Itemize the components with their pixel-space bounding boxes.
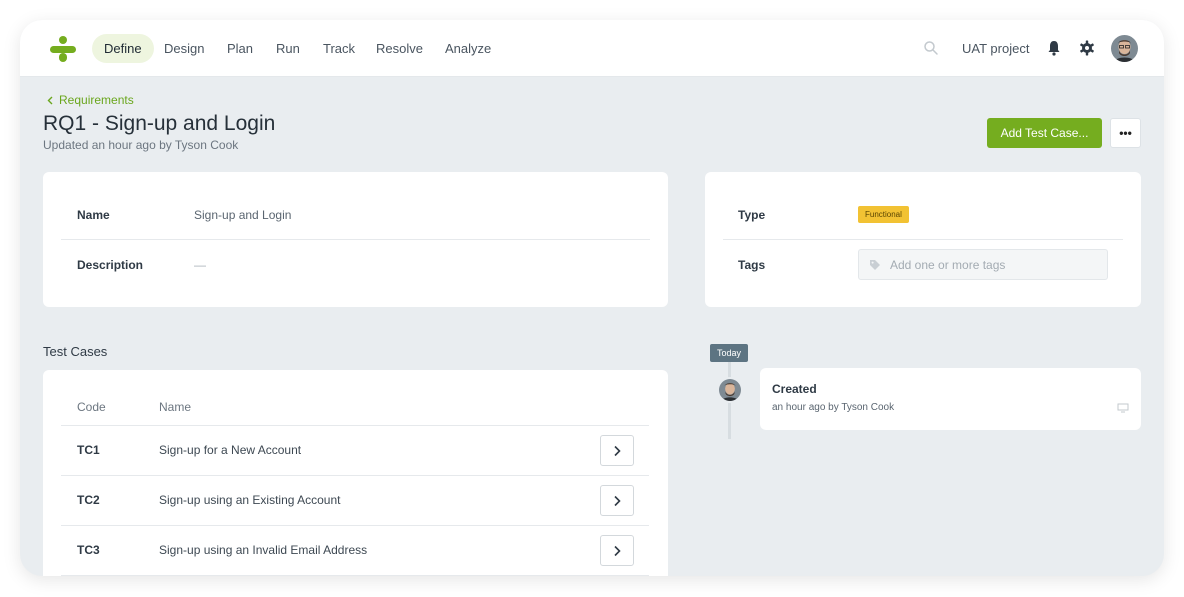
chevron-right-icon [614,545,621,556]
gear-icon[interactable] [1079,40,1095,56]
tag-icon [870,259,880,270]
tags-input[interactable]: Add one or more tags [858,249,1108,280]
open-test-case-button[interactable] [600,485,634,516]
open-test-case-button[interactable] [600,535,634,566]
tags-placeholder: Add one or more tags [890,257,1006,272]
chevron-left-icon [47,96,53,104]
nav-analyze[interactable]: Analyze [433,34,503,63]
back-to-requirements-link[interactable]: Requirements [47,93,134,107]
open-test-case-button[interactable] [600,435,634,466]
activity-card: Created an hour ago by Tyson Cook [760,368,1141,430]
more-options-button[interactable]: ••• [1110,118,1141,148]
test-cases-table: Code Name TC1 Sign-up for a New Account … [43,370,668,576]
test-case-name: Sign-up using an Existing Account [159,493,341,507]
app-window: Define Design Plan Run Track Resolve Ana… [20,20,1164,576]
activity-subtitle: an hour ago by Tyson Cook [772,402,895,413]
nav-run[interactable]: Run [264,34,312,63]
page-subtitle: Updated an hour ago by Tyson Cook [43,138,239,152]
user-avatar[interactable] [1111,35,1138,62]
bell-icon[interactable] [1047,40,1061,56]
type-label: Type [738,208,766,222]
description-label: Description [77,258,144,272]
table-row[interactable]: TC2 Sign-up using an Existing Account [61,475,649,525]
app-logo-icon[interactable] [47,33,79,65]
description-value[interactable]: — [194,258,206,272]
test-cases-heading: Test Cases [43,344,108,359]
meta-card: Type Functional Tags Add one or more tag… [705,172,1141,307]
page-title: RQ1 - Sign-up and Login [43,112,276,135]
divider [61,239,650,240]
divider [723,239,1123,240]
test-case-code: TC1 [77,443,100,457]
test-case-name: Sign-up for a New Account [159,443,302,457]
nav-design[interactable]: Design [152,34,216,63]
timeline-avatar [717,377,743,403]
test-case-code: TC2 [77,493,100,507]
chevron-right-icon [614,445,621,456]
activity-title: Created [772,382,817,396]
test-case-name: Sign-up using an Invalid Email Address [159,543,368,557]
search-icon[interactable] [923,40,939,56]
timeline-today-badge: Today [710,344,749,362]
tags-label: Tags [738,258,766,272]
details-card: Name Sign-up and Login Description — [43,172,668,307]
column-header-name: Name [159,400,192,414]
name-label: Name [77,208,110,222]
table-row[interactable]: TC1 Sign-up for a New Account [61,425,649,475]
chevron-right-icon [614,495,621,506]
nav-track[interactable]: Track [311,34,367,63]
type-badge[interactable]: Functional [858,206,909,223]
nav-resolve[interactable]: Resolve [364,34,435,63]
table-row[interactable]: TC3 Sign-up using an Invalid Email Addre… [61,525,649,576]
top-navigation: Define Design Plan Run Track Resolve Ana… [20,20,1164,77]
project-selector[interactable]: UAT project [962,34,1029,63]
add-test-case-button[interactable]: Add Test Case... [987,118,1102,148]
nav-define[interactable]: Define [92,34,154,63]
test-case-code: TC3 [77,543,100,557]
nav-plan[interactable]: Plan [215,34,265,63]
back-label: Requirements [59,93,134,107]
column-header-code: Code [77,400,106,414]
name-value[interactable]: Sign-up and Login [194,208,291,222]
monitor-icon [1117,403,1129,413]
